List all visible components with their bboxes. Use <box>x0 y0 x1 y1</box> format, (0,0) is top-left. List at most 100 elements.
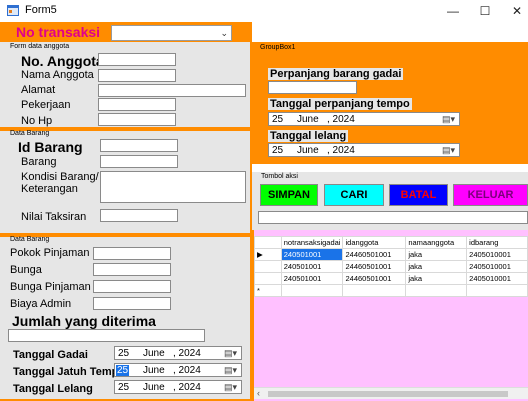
maximize-button[interactable]: ☐ <box>470 2 500 20</box>
table-cell[interactable]: 240501001 <box>280 260 344 273</box>
kondisi-label-line2: Keterangan <box>21 183 78 195</box>
tgl-perpanjang-label: Tanggal perpanjang tempo <box>268 98 412 110</box>
batal-button[interactable]: BATAL <box>389 184 448 206</box>
table-cell[interactable]: 2405010001 <box>466 272 528 285</box>
table-cell[interactable] <box>405 284 468 297</box>
tgl-perpanjang-picker[interactable]: 25 June , 2024 ▤▾ <box>268 112 460 126</box>
top-strip-right <box>252 22 528 42</box>
calendar-icon[interactable]: ▤▾ <box>442 145 455 156</box>
tgl-perpanjang-day[interactable]: 25 <box>272 114 283 125</box>
tanggal-gadai-month[interactable]: June <box>143 348 165 359</box>
tanggal-jatuh-tempo-day[interactable]: 25 <box>116 365 130 376</box>
jumlah-diterima-field[interactable] <box>8 329 205 342</box>
column-header[interactable]: namaanggota <box>405 236 468 249</box>
tgl-lelang-gb-day[interactable]: 25 <box>272 145 283 156</box>
table-row[interactable]: 240501001 24460501001 jaka 2405010001 <box>254 260 528 273</box>
no-anggota-field[interactable] <box>98 53 176 66</box>
kondisi-label-line1: Kondisi Barang/ <box>21 171 99 183</box>
tanggal-jatuh-tempo-year[interactable]: , 2024 <box>173 365 201 376</box>
tanggal-jatuh-tempo-month[interactable]: June <box>143 365 165 376</box>
aksi-group-title: Tombol aksi <box>261 173 298 180</box>
search-field[interactable] <box>258 211 528 224</box>
title-bar: Form5 — ☐ ✕ <box>0 0 528 22</box>
row-header[interactable]: * <box>254 284 282 297</box>
table-row-new[interactable]: * <box>254 284 528 297</box>
table-row[interactable]: ▶ 240501001 24460501001 jaka 2405010001 <box>254 248 528 261</box>
row-header[interactable] <box>254 272 282 285</box>
grid-table[interactable]: notransaksigadai idanggota namaanggota i… <box>254 236 528 297</box>
tanggal-jatuh-tempo-picker[interactable]: 25 June , 2024 ▤▾ <box>114 363 242 377</box>
nohp-field[interactable] <box>98 113 176 126</box>
kondisi-textarea[interactable] <box>100 171 246 203</box>
tgl-lelang-gb-label: Tanggal lelang <box>268 130 349 142</box>
calendar-icon[interactable]: ▤▾ <box>224 348 237 359</box>
table-cell[interactable]: jaka <box>405 248 468 261</box>
tanggal-lelang-month[interactable]: June <box>143 382 165 393</box>
bunga-pinjaman-label: Bunga Pinjaman <box>10 281 91 293</box>
table-row[interactable]: 240501001 24460501001 jaka 2405010001 <box>254 272 528 285</box>
close-button[interactable]: ✕ <box>502 2 528 20</box>
calendar-icon[interactable]: ▤▾ <box>442 114 455 125</box>
table-cell[interactable]: jaka <box>405 272 468 285</box>
table-cell[interactable]: 2405010001 <box>466 260 528 273</box>
tgl-lelang-gb-month[interactable]: June <box>297 145 319 156</box>
tgl-lelang-gb-year[interactable]: , 2024 <box>327 145 355 156</box>
cari-button[interactable]: CARI <box>324 184 384 206</box>
alamat-field[interactable] <box>98 84 246 97</box>
column-header[interactable]: notransaksigadai <box>280 236 344 249</box>
tanggal-lelang-year[interactable]: , 2024 <box>173 382 201 393</box>
nama-anggota-field[interactable] <box>98 69 176 82</box>
calendar-icon[interactable]: ▤▾ <box>224 365 237 376</box>
simpan-button[interactable]: SIMPAN <box>260 184 318 206</box>
table-cell[interactable] <box>342 284 407 297</box>
no-anggota-label: No. Anggota <box>21 53 104 69</box>
data-grid[interactable]: notransaksigadai idanggota namaanggota i… <box>252 230 528 401</box>
table-cell[interactable] <box>280 284 344 297</box>
minimize-button[interactable]: — <box>438 2 468 20</box>
anggota-group-title: Form data anggota <box>10 43 70 50</box>
horizontal-scrollbar[interactable]: ‹ <box>254 387 528 399</box>
row-header[interactable]: ▶ <box>254 248 282 261</box>
bunga-pinjaman-field[interactable] <box>93 280 171 293</box>
tanggal-gadai-year[interactable]: , 2024 <box>173 348 201 359</box>
column-header[interactable]: idanggota <box>342 236 407 249</box>
table-cell[interactable] <box>466 284 528 297</box>
row-header[interactable] <box>254 260 282 273</box>
column-header[interactable]: idbarang <box>466 236 528 249</box>
pekerjaan-label: Pekerjaan <box>21 99 71 111</box>
tanggal-jatuh-tempo-label: Tanggal Jatuh Tempo <box>13 366 126 378</box>
scrollbar-thumb[interactable] <box>268 391 508 397</box>
table-cell[interactable]: 2405010001 <box>466 248 528 261</box>
keluar-button[interactable]: KELUAR <box>453 184 528 206</box>
tanggal-lelang-day[interactable]: 25 <box>118 382 129 393</box>
table-cell[interactable]: 240501001 <box>280 248 344 261</box>
bunga-field[interactable] <box>93 263 171 276</box>
chevron-down-icon[interactable]: ⌄ <box>220 28 228 39</box>
no-transaksi-combo[interactable]: ⌄ <box>111 25 232 41</box>
calendar-icon[interactable]: ▤▾ <box>224 382 237 393</box>
tanggal-lelang-picker[interactable]: 25 June , 2024 ▤▾ <box>114 380 242 394</box>
barang-label: Barang <box>21 156 57 168</box>
biaya-admin-field[interactable] <box>93 297 171 310</box>
tgl-lelang-gb-picker[interactable]: 25 June , 2024 ▤▾ <box>268 143 460 157</box>
table-cell[interactable]: 24460501001 <box>342 260 407 273</box>
pekerjaan-field[interactable] <box>98 98 176 111</box>
pokok-pinjaman-field[interactable] <box>93 247 171 260</box>
tgl-perpanjang-month[interactable]: June <box>297 114 319 125</box>
perpanjang-field[interactable] <box>268 81 357 94</box>
table-cell[interactable]: 24460501001 <box>342 248 407 261</box>
jumlah-diterima-label: Jumlah yang diterima <box>12 313 156 329</box>
tanggal-gadai-day[interactable]: 25 <box>118 348 129 359</box>
table-cell[interactable]: 24460501001 <box>342 272 407 285</box>
nilai-taksiran-field[interactable] <box>100 209 178 222</box>
id-barang-field[interactable] <box>100 139 178 152</box>
chevron-left-icon[interactable]: ‹ <box>257 388 260 398</box>
table-cell[interactable]: 240501001 <box>280 272 344 285</box>
tgl-perpanjang-year[interactable]: , 2024 <box>327 114 355 125</box>
tanggal-gadai-picker[interactable]: 25 June , 2024 ▤▾ <box>114 346 242 360</box>
bunga-label: Bunga <box>10 264 42 276</box>
table-cell[interactable]: jaka <box>405 260 468 273</box>
barang-field[interactable] <box>100 155 178 168</box>
groupbox1-title: GroupBox1 <box>260 44 296 51</box>
window-title: Form5 <box>25 4 57 16</box>
